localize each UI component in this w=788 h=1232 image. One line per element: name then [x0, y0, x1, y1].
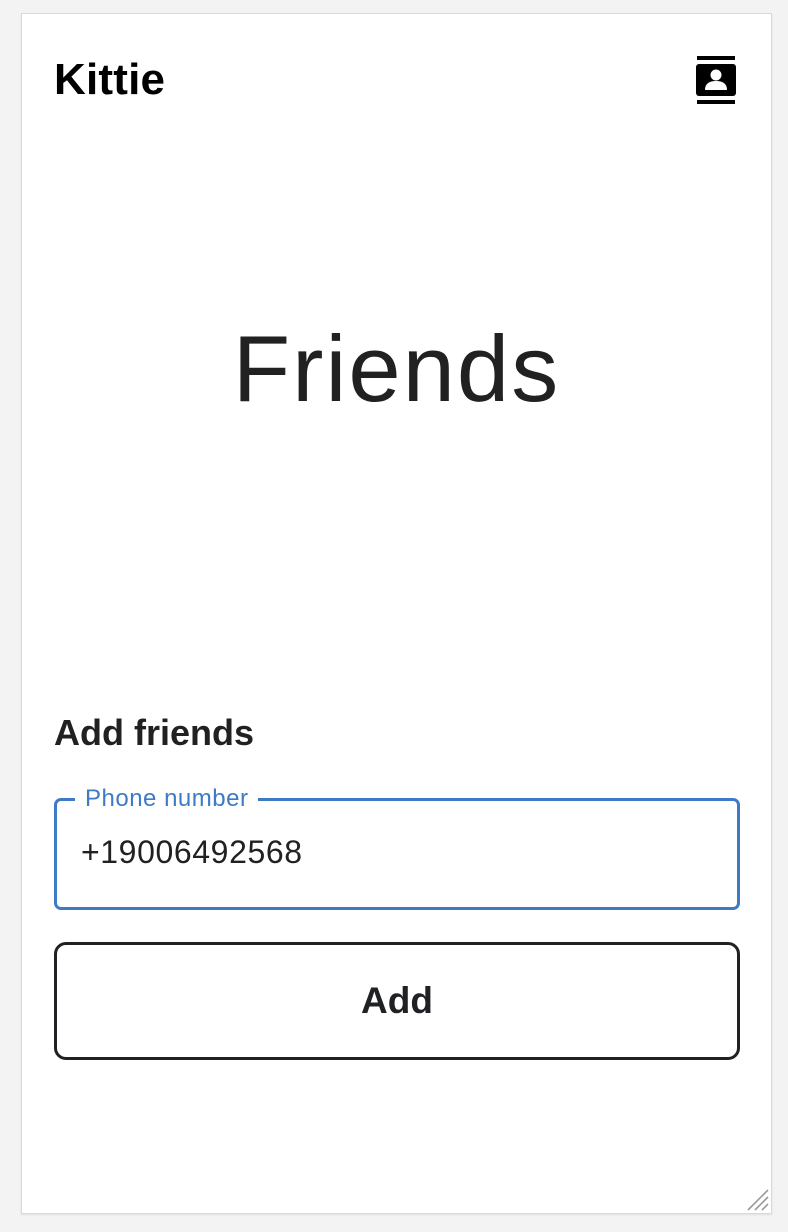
phone-number-field: Phone number [54, 784, 740, 910]
add-friends-heading: Add friends [54, 712, 255, 753]
phone-number-input[interactable] [81, 829, 681, 875]
contacts-button[interactable] [694, 54, 738, 106]
resize-grip-icon[interactable] [743, 1185, 769, 1211]
app-window: Kittie Friends Add friends Phone number … [21, 13, 772, 1214]
app-title: Kittie [54, 55, 166, 104]
phone-number-label: Phone number [75, 784, 259, 814]
contacts-icon [696, 56, 736, 104]
add-button[interactable]: Add [54, 942, 740, 1060]
page-title: Friends [232, 316, 561, 421]
